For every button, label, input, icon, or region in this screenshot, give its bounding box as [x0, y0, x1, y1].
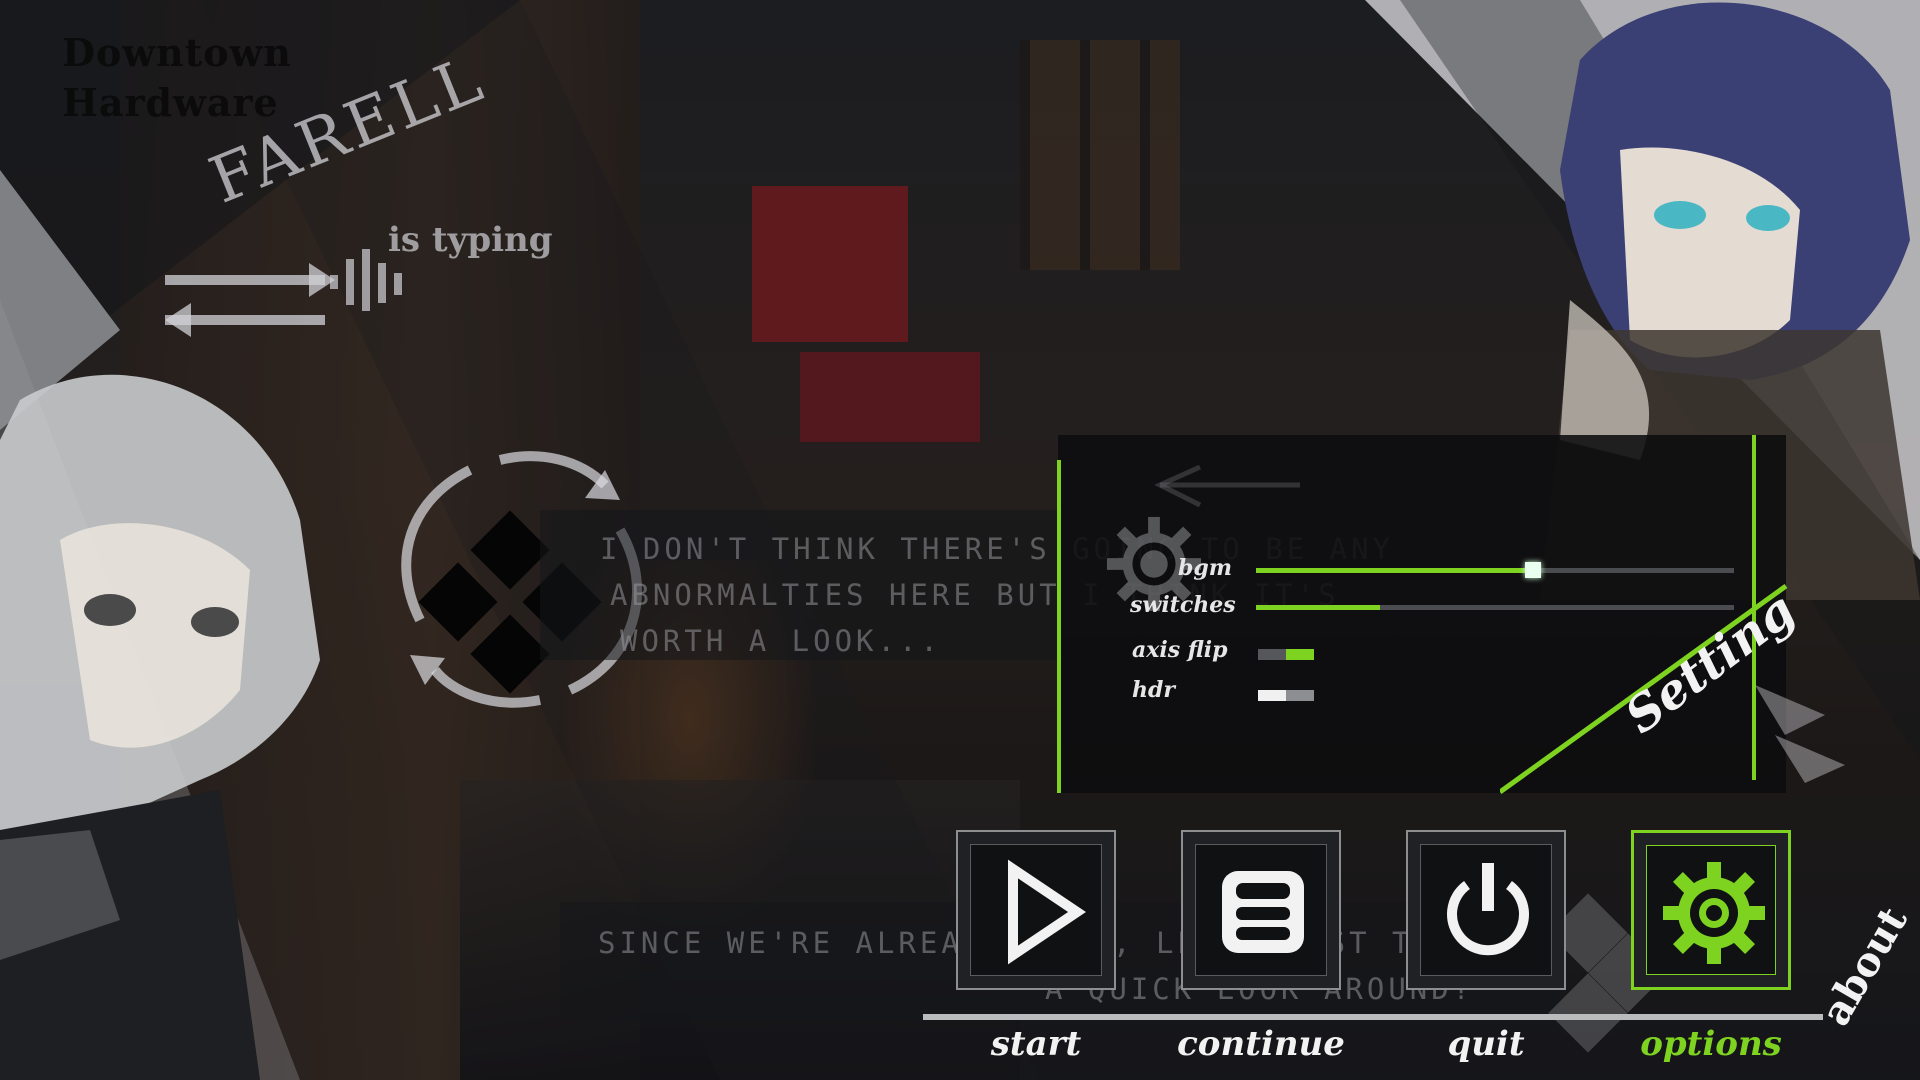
power-icon: [1447, 863, 1529, 956]
bgm-slider-handle[interactable]: [1525, 562, 1542, 578]
continue-button[interactable]: [1181, 830, 1341, 990]
hdr-toggle[interactable]: [1258, 690, 1314, 701]
bgm-slider-fill: [1256, 568, 1534, 573]
switches-label: switches: [1130, 592, 1236, 618]
axis-flip-toggle[interactable]: [1258, 649, 1314, 660]
gear-icon: [1663, 862, 1765, 964]
switches-slider-fill: [1256, 605, 1381, 610]
main-menu-screen: Downtown Hardware FARELL is typing I DON…: [0, 0, 1920, 1080]
hdr-toggle-on: [1286, 690, 1314, 701]
bgm-slider[interactable]: [1256, 562, 1734, 578]
options-button[interactable]: [1631, 830, 1791, 990]
quit-label[interactable]: quit: [1376, 1024, 1596, 1064]
quit-button[interactable]: [1406, 830, 1566, 990]
options-label[interactable]: options: [1601, 1024, 1821, 1064]
hdr-toggle-off: [1258, 690, 1286, 701]
axis-flip-label: axis flip: [1132, 637, 1228, 663]
play-icon: [1008, 859, 1086, 965]
start-button[interactable]: [956, 830, 1116, 990]
hdr-label: hdr: [1132, 677, 1175, 703]
start-label[interactable]: start: [926, 1024, 1146, 1064]
brand-line-1: Downtown: [62, 30, 292, 75]
settings-corner-chevrons-icon: [1755, 685, 1845, 783]
bgm-label: bgm: [1178, 555, 1233, 581]
dialog-line-3: WORTH A LOOK...: [620, 624, 942, 658]
axis-flip-toggle-off: [1258, 649, 1286, 660]
switches-slider[interactable]: [1256, 605, 1734, 610]
settings-accent-left: [1057, 460, 1061, 793]
brand-title: Downtown Hardware: [62, 28, 292, 128]
brand-line-2: Hardware: [62, 80, 279, 125]
menu-underline: [923, 1014, 1823, 1020]
typing-status: is typing: [388, 220, 553, 260]
continue-label[interactable]: continue: [1151, 1024, 1371, 1064]
save-icon: [1222, 871, 1304, 953]
axis-flip-toggle-on: [1286, 649, 1314, 660]
